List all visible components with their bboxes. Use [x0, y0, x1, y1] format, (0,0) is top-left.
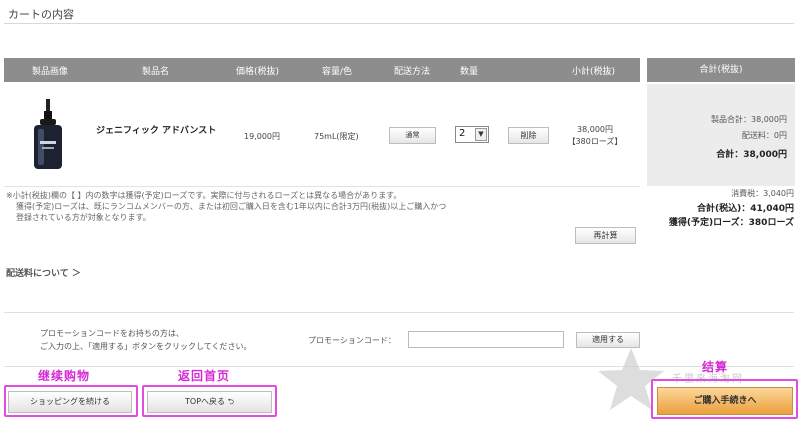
cart-table-header: 製品画像 製品名 価格(税抜) 容量/色 配送方法 数量 小計(税抜) [4, 58, 640, 82]
summary-header: 合計(税抜) [647, 58, 795, 82]
grand-total: 合計(税込)：41,040円 [697, 204, 794, 214]
product-volume: 75mL(限定) [314, 132, 359, 141]
annotation-home: 返回首页 [178, 369, 231, 383]
promo-note: プロモーションコードをお持ちの方は、 ご入力の上、「適用する」ボタンをクリックし… [40, 327, 290, 353]
col-header-subtotal: 小計(税抜) [572, 67, 616, 77]
checkout-button[interactable]: ご購入手続きへ [657, 387, 793, 415]
continue-shopping-button[interactable]: ショッピングを続ける [8, 391, 132, 413]
product-total: 製品合計：38,000円 [711, 115, 787, 124]
shipping-method-button[interactable]: 通常 [389, 127, 436, 144]
order-summary-panel: 製品合計：38,000円 配送料：0円 合計：38,000円 [647, 84, 795, 186]
col-header-quantity: 数量 [460, 67, 479, 77]
col-header-image: 製品画像 [32, 67, 69, 77]
col-header-volume: 容量/色 [322, 67, 353, 77]
quantity-select[interactable]: 2 ▼ [455, 126, 489, 143]
product-name[interactable]: ジェニフィック アドバンスト [96, 125, 221, 138]
note-line-1: ※小計(税抜)欄の【 】内の数字は獲得(予定)ローズです。実際に付与されるローズ… [6, 191, 402, 200]
annotation-continue: 继续购物 [38, 369, 91, 383]
promo-code-label: プロモーションコード： [308, 336, 396, 345]
item-subtotal-points: 【380ローズ】 [567, 137, 623, 146]
product-image[interactable] [26, 97, 70, 173]
earned-roses: 獲得(予定)ローズ：380ローズ [668, 218, 794, 228]
item-subtotal-amount: 38,000円 [577, 125, 613, 134]
row-divider [4, 186, 640, 187]
product-price: 19,000円 [244, 132, 280, 141]
chevron-down-icon[interactable]: ▼ [475, 128, 487, 141]
consumption-tax: 消費税：3,040円 [731, 189, 794, 198]
col-header-name: 製品名 [142, 67, 170, 77]
shipping-info-link[interactable]: 配送料について ＞ [6, 266, 81, 279]
quantity-value: 2 [459, 128, 466, 139]
recalculate-button[interactable]: 再計算 [575, 227, 636, 244]
summary-total: 合計：38,000円 [716, 150, 787, 160]
item-subtotal: 38,000円 【380ローズ】 [560, 124, 630, 148]
shipping-fee: 配送料：0円 [741, 131, 787, 140]
col-header-price: 価格(税抜) [236, 67, 280, 77]
cart-title: カートの内容 [8, 8, 74, 21]
delete-button[interactable]: 削除 [508, 127, 549, 144]
note-line-3: 登録されている方が対象となります。 [16, 213, 151, 222]
promo-code-section: プロモーションコードをお持ちの方は、 ご入力の上、「適用する」ボタンをクリックし… [4, 312, 794, 367]
title-divider [4, 23, 794, 24]
note-line-2: 獲得(予定)ローズは、既にランコムメンバーの方、または初回ご購入日を含む1年以内… [16, 202, 447, 211]
promo-note-line-2: ご入力の上、「適用する」ボタンをクリックしてください。 [40, 342, 252, 351]
promo-note-line-1: プロモーションコードをお持ちの方は、 [40, 329, 184, 338]
rose-points-note: ※小計(税抜)欄の【 】内の数字は獲得(予定)ローズです。実際に付与されるローズ… [6, 190, 492, 223]
annotation-checkout: 结算 [702, 360, 729, 374]
promo-code-input[interactable] [408, 331, 564, 348]
back-to-top-button[interactable]: TOPへ戻る ⮌ [147, 391, 272, 413]
col-header-shipping: 配送方法 [394, 67, 431, 77]
